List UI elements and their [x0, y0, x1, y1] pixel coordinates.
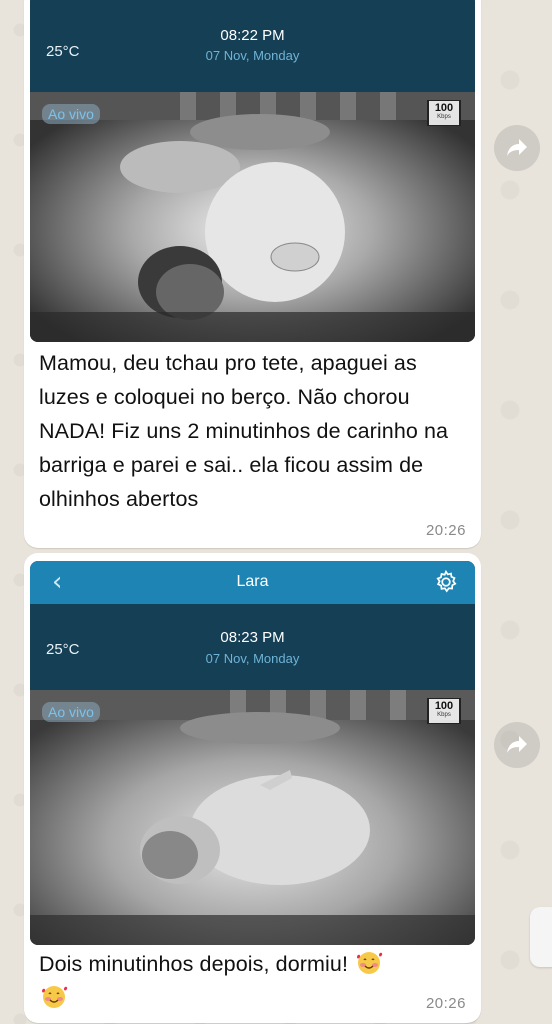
baby-monitor-screenshot[interactable]: ‹ Lara 25°C 08:23 PM 07 Nov, Monday Ao v…: [30, 561, 475, 945]
camera-feed: Ao vivo 100 Kbps: [30, 92, 475, 342]
live-badge: Ao vivo: [42, 104, 100, 124]
night-vision-image: [30, 92, 475, 342]
bitrate-unit: Kbps: [437, 712, 451, 718]
message-text: Dois minutinhos depois, dormiu!: [39, 952, 349, 976]
night-vision-image: [30, 690, 475, 945]
message-timestamp: 20:26: [425, 522, 466, 539]
message-text: Mamou, deu tchau pro tete, apaguei as lu…: [39, 351, 449, 511]
gear-icon: [436, 569, 457, 593]
bitrate-indicator: 100 Kbps: [427, 698, 461, 724]
camera-info-bar: 25°C 08:23 PM 07 Nov, Monday: [30, 604, 475, 690]
camera-date: 07 Nov, Monday: [205, 48, 300, 63]
reaction-chip[interactable]: [530, 907, 552, 967]
camera-info-bar: 25°C 08:22 PM 07 Nov, Monday: [30, 0, 475, 92]
forward-arrow-icon: [507, 139, 527, 156]
baby-monitor-screenshot[interactable]: 25°C 08:22 PM 07 Nov, Monday Ao vivo 100…: [30, 0, 475, 342]
camera-app-bar: ‹ Lara: [30, 561, 475, 604]
live-badge: Ao vivo: [42, 702, 100, 722]
camera-time: 08:23 PM: [220, 629, 285, 646]
bitrate-indicator: 100 Kbps: [427, 100, 461, 126]
smiling-face-with-hearts-icon: [42, 986, 68, 1008]
forward-button[interactable]: [494, 722, 540, 768]
message-timestamp: 20:26: [425, 995, 466, 1012]
bitrate-value: 100: [434, 700, 454, 712]
camera-name: Lara: [236, 573, 269, 590]
bitrate-unit: Kbps: [437, 114, 451, 120]
bitrate-value: 100: [434, 102, 454, 114]
camera-time: 08:22 PM: [220, 27, 285, 44]
camera-feed: Ao vivo 100 Kbps: [30, 690, 475, 945]
forward-arrow-icon: [507, 736, 527, 753]
camera-date: 07 Nov, Monday: [205, 651, 300, 666]
message-text-container: Dois minutinhos depois, dormiu!: [39, 947, 467, 1015]
smiling-face-with-hearts-icon: [357, 952, 383, 974]
forward-button[interactable]: [494, 125, 540, 171]
image-message-bubble[interactable]: 25°C 08:22 PM 07 Nov, Monday Ao vivo 100…: [24, 0, 481, 548]
image-message-bubble[interactable]: ‹ Lara 25°C 08:23 PM 07 Nov, Monday Ao v…: [24, 553, 481, 1023]
